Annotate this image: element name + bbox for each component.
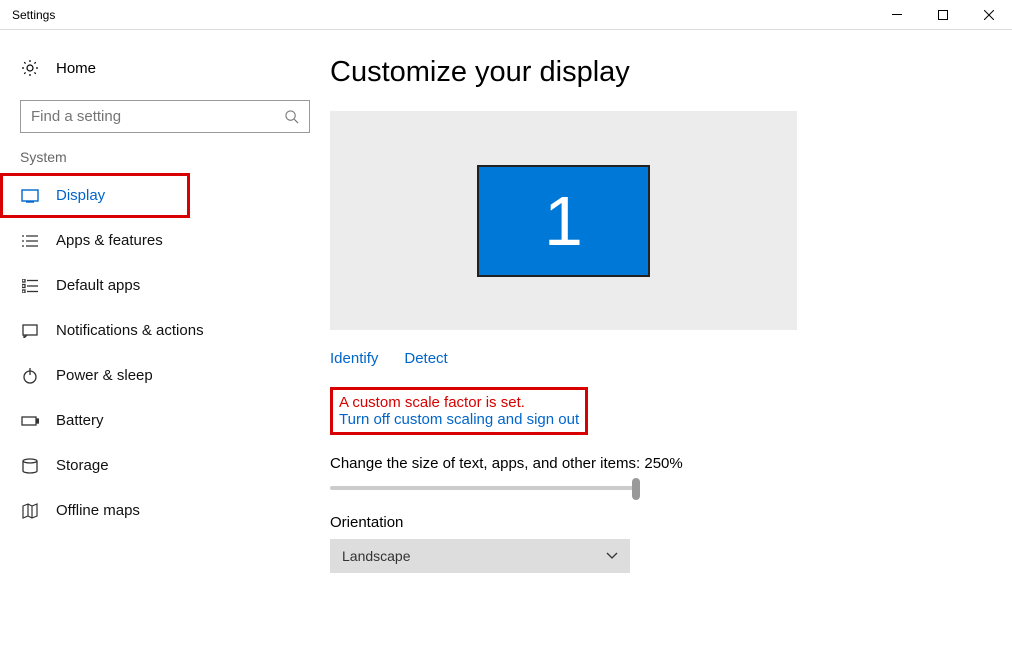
sidebar-item-apps-features[interactable]: Apps & features [0, 218, 330, 263]
notifications-icon [20, 324, 40, 338]
sidebar-item-notifications[interactable]: Notifications & actions [0, 308, 330, 353]
page-heading: Customize your display [330, 56, 982, 89]
sidebar-item-offline-maps[interactable]: Offline maps [0, 488, 330, 533]
orientation-dropdown[interactable]: Landscape [330, 539, 630, 573]
sidebar-item-label: Display [56, 187, 105, 204]
close-button[interactable] [966, 0, 1012, 29]
slider-thumb[interactable] [632, 478, 640, 500]
custom-scale-warning: A custom scale factor is set. Turn off c… [330, 387, 588, 435]
sidebar-item-label: Notifications & actions [56, 322, 204, 339]
sidebar-item-default-apps[interactable]: Default apps [0, 263, 330, 308]
orientation-label: Orientation [330, 514, 982, 531]
chevron-down-icon [606, 552, 618, 560]
monitor-thumbnail[interactable]: 1 [477, 165, 650, 277]
sidebar: Home System Display Apps & features [0, 30, 330, 645]
storage-icon [20, 458, 40, 474]
list-icon [20, 234, 40, 248]
sidebar-item-battery[interactable]: Battery [0, 398, 330, 443]
display-preview: 1 [330, 111, 797, 330]
defaults-icon [20, 279, 40, 293]
turn-off-scaling-link[interactable]: Turn off custom scaling and sign out [339, 411, 579, 428]
scale-label: Change the size of text, apps, and other… [330, 455, 982, 472]
sidebar-item-label: Power & sleep [56, 367, 153, 384]
search-input[interactable] [31, 108, 284, 125]
search-input-wrapper[interactable] [20, 100, 310, 133]
sidebar-item-label: Battery [56, 412, 104, 429]
maximize-button[interactable] [920, 0, 966, 29]
sidebar-item-power-sleep[interactable]: Power & sleep [0, 353, 330, 398]
dropdown-value: Landscape [342, 548, 411, 564]
battery-icon [20, 416, 40, 426]
sidebar-item-label: Default apps [56, 277, 140, 294]
gear-icon [20, 58, 40, 78]
search-icon [284, 109, 299, 124]
scale-slider[interactable] [330, 486, 640, 490]
sidebar-section-label: System [0, 149, 330, 173]
display-icon [20, 189, 40, 203]
minimize-button[interactable] [874, 0, 920, 29]
window-title: Settings [12, 8, 874, 22]
maximize-icon [938, 10, 948, 20]
window-controls [874, 0, 1012, 29]
warning-text: A custom scale factor is set. [339, 394, 579, 411]
map-icon [20, 503, 40, 519]
power-icon [20, 368, 40, 384]
sidebar-item-label: Apps & features [56, 232, 163, 249]
home-button[interactable]: Home [0, 50, 330, 86]
sidebar-item-storage[interactable]: Storage [0, 443, 330, 488]
sidebar-item-label: Offline maps [56, 502, 140, 519]
home-label: Home [56, 60, 96, 77]
sidebar-item-display[interactable]: Display [0, 173, 190, 218]
identify-link[interactable]: Identify [330, 350, 378, 367]
minimize-icon [892, 14, 902, 15]
content-pane: Customize your display 1 Identify Detect… [330, 30, 1012, 645]
titlebar: Settings [0, 0, 1012, 30]
close-icon [984, 10, 994, 20]
sidebar-item-label: Storage [56, 457, 109, 474]
monitor-number: 1 [544, 181, 583, 261]
detect-link[interactable]: Detect [404, 350, 447, 367]
